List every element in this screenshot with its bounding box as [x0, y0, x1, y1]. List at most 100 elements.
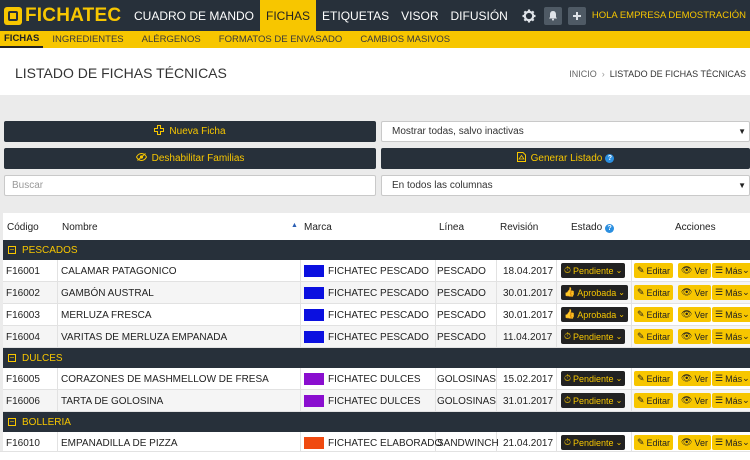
cell-name: MERLUZA FRESCA: [61, 310, 152, 321]
thumbs-up-icon: 👍: [564, 309, 576, 319]
top-nav-difusion[interactable]: DIFUSIÓN: [445, 0, 514, 31]
edit-button[interactable]: ✎ Editar: [634, 329, 674, 344]
filter-select-value: Mostrar todas, salvo inactivas: [392, 126, 524, 137]
status-dropdown[interactable]: ⏱ Pendiente ⌄: [561, 371, 626, 386]
edit-button[interactable]: ✎ Editar: [634, 393, 674, 408]
cell-brand: FICHATEC PESCADO: [328, 332, 429, 343]
info-icon[interactable]: ?: [605, 224, 615, 233]
edit-button[interactable]: ✎ Editar: [634, 371, 674, 386]
view-button[interactable]: 👁 Ver: [678, 263, 711, 278]
chevron-down-icon: ⌄: [615, 374, 623, 383]
view-button[interactable]: 👁 Ver: [678, 329, 711, 344]
status-dropdown[interactable]: 👍 Aprobada ⌄: [561, 307, 628, 322]
table-row[interactable]: F16004 VARITAS DE MERLUZA EMPANADA FICHATE…: [3, 326, 750, 348]
cell-code: F16001: [6, 266, 40, 277]
column-divider: [57, 432, 58, 453]
add-plus-icon[interactable]: [567, 6, 586, 25]
eye-icon: 👁: [681, 265, 693, 275]
sub-nav-cambios-masivos[interactable]: CAMBIOS MASIVOS: [351, 31, 459, 48]
notifications-bell-icon[interactable]: [543, 6, 562, 25]
filter-select[interactable]: Mostrar todas, salvo inactivas ▼: [381, 121, 750, 142]
plus-outline-icon: [154, 125, 165, 138]
app-logo[interactable]: FICHATEC: [0, 0, 128, 31]
status-label: Aprobada: [577, 287, 617, 298]
col-code-header[interactable]: Código: [7, 222, 39, 233]
table-body: − PESCADOS F16001 CALAMAR PATAGONICO FICHATE…: [3, 240, 750, 454]
more-button[interactable]: ☰ Más ⌄: [712, 393, 750, 408]
status-dropdown[interactable]: ⏱ Pendiente ⌄: [561, 435, 626, 450]
top-nav-fichas[interactable]: FICHAS: [260, 0, 317, 31]
edit-button[interactable]: ✎ Editar: [634, 263, 674, 278]
table-row[interactable]: F16001 CALAMAR PATAGONICO FICHATEC PESCADO…: [3, 260, 750, 282]
eye-icon: 👁: [681, 331, 693, 341]
col-brand-header[interactable]: Marca: [304, 222, 332, 233]
more-button[interactable]: ☰ Más ⌄: [712, 263, 750, 278]
col-revision-header[interactable]: Revisión: [500, 222, 538, 233]
column-divider: [57, 368, 58, 389]
disable-families-button[interactable]: Deshabilitar Familias: [4, 148, 376, 169]
column-divider: [57, 260, 58, 281]
generate-listing-button[interactable]: Generar Listado ?: [381, 148, 750, 169]
view-button[interactable]: 👁 Ver: [678, 285, 711, 300]
sub-nav-formatos-de-envasado[interactable]: FORMATOS DE ENVASADO: [210, 31, 352, 48]
more-button[interactable]: ☰ Más ⌄: [712, 371, 750, 386]
more-button[interactable]: ☰ Más ⌄: [712, 307, 750, 322]
column-divider: [300, 390, 301, 411]
more-button[interactable]: ☰ Más ⌄: [712, 285, 750, 300]
view-button[interactable]: 👁 Ver: [678, 371, 711, 386]
top-nav-cuadro-de-mando[interactable]: CUADRO DE MANDO: [128, 0, 260, 31]
table-row[interactable]: F16003 MERLUZA FRESCA FICHATEC PESCADO PESC…: [3, 304, 750, 326]
view-label: Ver: [694, 287, 708, 298]
info-icon[interactable]: ?: [605, 154, 615, 163]
pencil-icon: ✎: [637, 265, 645, 275]
menu-bars-icon: ☰: [715, 265, 724, 275]
status-dropdown[interactable]: ⏱ Pendiente ⌄: [561, 263, 626, 278]
status-dropdown[interactable]: ⏱ Pendiente ⌄: [561, 393, 626, 408]
new-sheet-button[interactable]: Nueva Ficha: [4, 121, 376, 142]
collapse-minus-icon[interactable]: −: [8, 246, 16, 254]
page-header: LISTADO DE FICHAS TÉCNICAS INICIO › LISTAD…: [0, 48, 750, 95]
column-divider: [631, 304, 632, 325]
cell-revision: 18.04.2017: [503, 266, 554, 277]
more-button[interactable]: ☰ Más ⌄: [712, 329, 750, 344]
top-nav-visor[interactable]: VISOR: [395, 0, 444, 31]
sub-nav-alergenos[interactable]: ALÉRGENOS: [133, 31, 210, 48]
view-button[interactable]: 👁 Ver: [678, 307, 711, 322]
col-status-header[interactable]: Estado?: [571, 222, 615, 233]
group-row-bolleria[interactable]: − BOLLERIA: [3, 412, 750, 432]
pencil-icon: ✎: [637, 287, 645, 297]
group-rows: F16005 CORAZONES DE MASHMELLOW DE FRESA FI…: [3, 368, 750, 412]
pencil-icon: ✎: [637, 395, 645, 405]
settings-gear-icon[interactable]: [514, 0, 544, 31]
group-row-pescados[interactable]: − PESCADOS: [3, 240, 750, 260]
edit-button[interactable]: ✎ Editar: [634, 307, 674, 322]
table-row[interactable]: F16002 GAMBÓN AUSTRAL FICHATEC PESCADO PESC…: [3, 282, 750, 304]
edit-button[interactable]: ✎ Editar: [634, 435, 674, 450]
brand-color-swatch: [304, 331, 324, 343]
status-dropdown[interactable]: ⏱ Pendiente ⌄: [561, 329, 626, 344]
table-row[interactable]: F16005 CORAZONES DE MASHMELLOW DE FRESA FI…: [3, 368, 750, 390]
col-line-header[interactable]: Línea: [439, 222, 464, 233]
sub-nav-ingredientes[interactable]: INGREDIENTES: [43, 31, 132, 48]
user-greeting-link[interactable]: HOLA EMPRESA DEMOSTRACIÓN: [592, 10, 746, 21]
table-row[interactable]: F16006 TARTA DE GOLOSINA FICHATEC DULCES GO…: [3, 390, 750, 412]
search-input[interactable]: Buscar: [4, 175, 376, 196]
columns-select[interactable]: En todos las columnas ▼: [381, 175, 750, 196]
collapse-minus-icon[interactable]: −: [8, 418, 16, 426]
status-dropdown[interactable]: 👍 Aprobada ⌄: [561, 285, 628, 300]
breadcrumb-home-link[interactable]: INICIO: [569, 69, 597, 79]
cell-line: PESCADO: [437, 266, 486, 277]
collapse-minus-icon[interactable]: −: [8, 354, 16, 362]
thumbs-up-icon: 👍: [564, 287, 576, 297]
sub-nav-fichas[interactable]: FICHAS: [0, 31, 44, 48]
col-name-header[interactable]: Nombre: [62, 222, 98, 233]
sort-asc-icon[interactable]: ▲: [291, 222, 298, 229]
view-button[interactable]: 👁 Ver: [678, 435, 711, 450]
more-button[interactable]: ☰ Más ⌄: [712, 435, 750, 450]
group-row-dulces[interactable]: − DULCES: [3, 348, 750, 368]
top-nav-etiquetas[interactable]: ETIQUETAS: [316, 0, 395, 31]
pencil-icon: ✎: [637, 373, 645, 383]
page-title: LISTADO DE FICHAS TÉCNICAS: [15, 65, 227, 81]
edit-button[interactable]: ✎ Editar: [634, 285, 674, 300]
view-button[interactable]: 👁 Ver: [678, 393, 711, 408]
